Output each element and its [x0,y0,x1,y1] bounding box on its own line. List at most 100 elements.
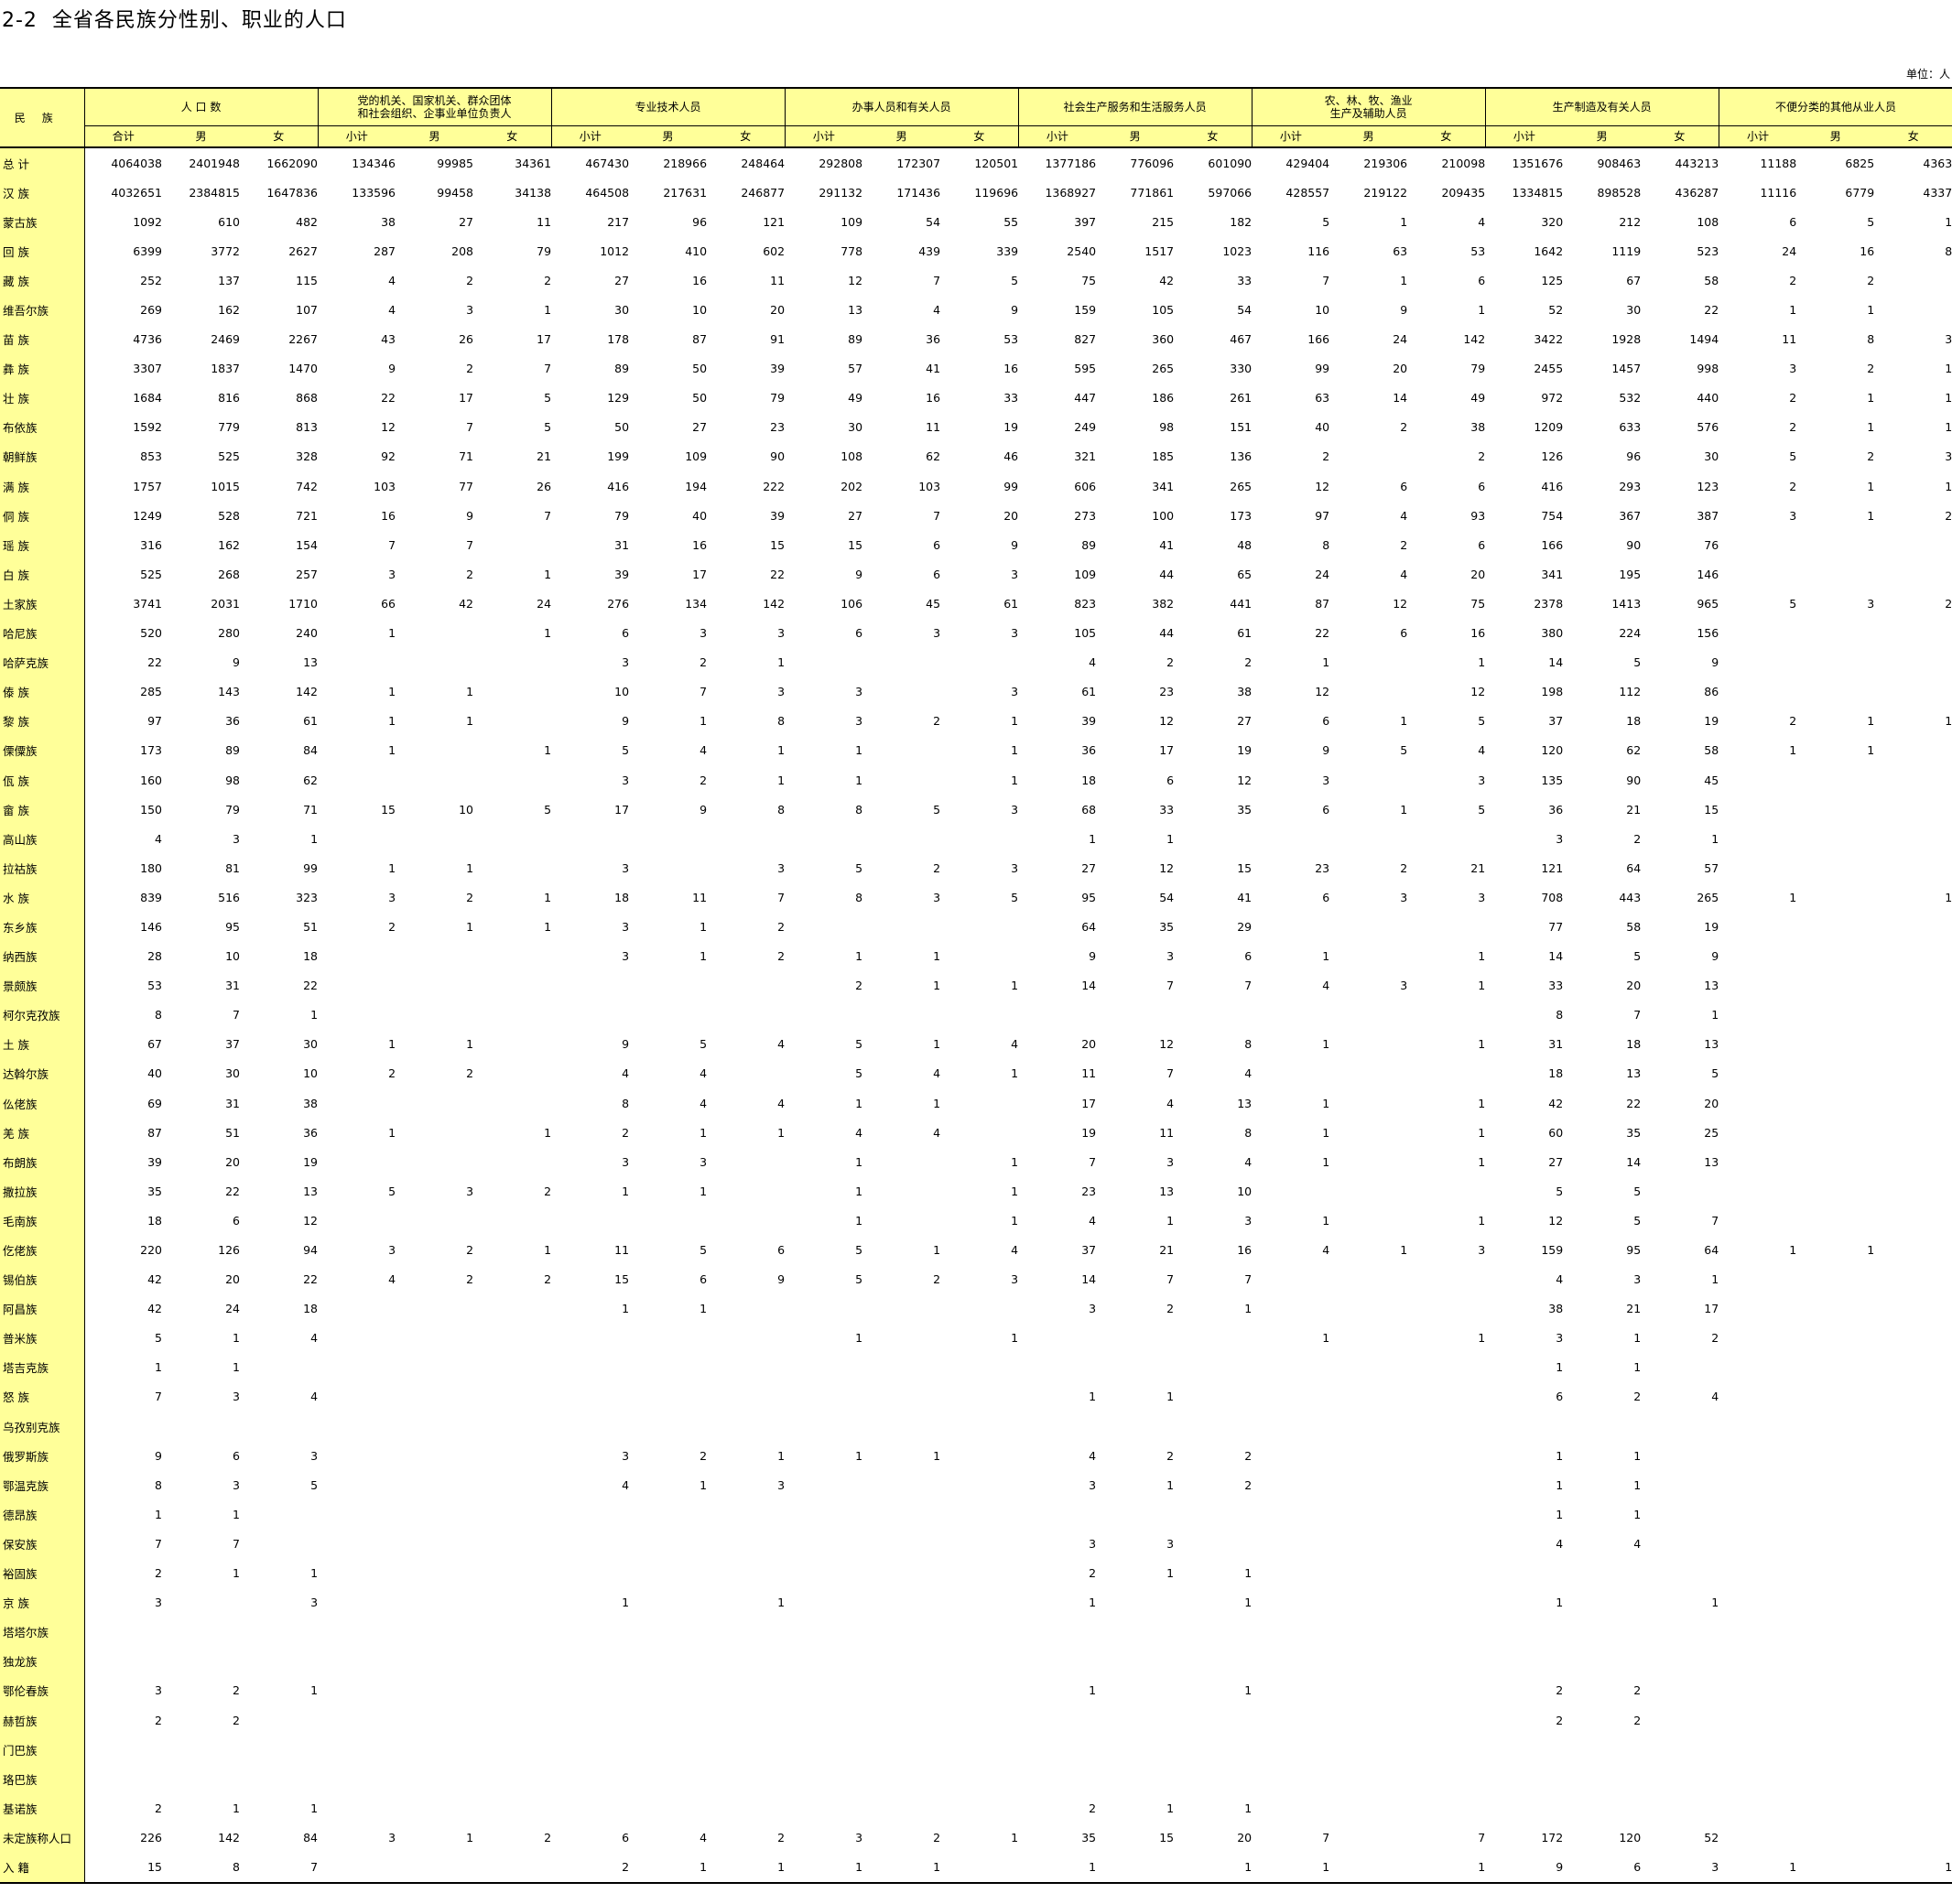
table-cell: 112 [1619,685,1642,699]
table-cell [1485,1735,1563,1764]
table-cell [1874,619,1952,648]
table-cell: 49 [848,391,863,406]
table-cell: 109 [840,214,863,229]
table-cell: 1 [466,1037,474,1052]
table-cell: 1 [1945,714,1952,729]
table-cell: 35 [1626,1125,1642,1140]
table-row: 维吾尔族 269 162 107 4 3 1 30 10 20 13 4 9 159 105 54 10 9 1 52… [0,295,1952,325]
table-cell: 1 [1400,273,1408,287]
ethnic-group-name: 景颇族 [0,970,84,1001]
table-cell [707,1206,785,1235]
table-cell: 2 [1867,362,1875,376]
sub-header: 男 [162,125,240,148]
table-cell [318,1382,396,1412]
table-cell [473,1030,551,1059]
table-cell: 10 [614,685,630,699]
table-cell: 4 [1244,1154,1253,1169]
table-cell [1874,295,1952,324]
table-cell [473,942,551,971]
table-cell: 103 [374,479,396,493]
table-cell: 135 [1541,773,1564,787]
table-cell: 126 [218,1243,240,1258]
table-cell [1796,1441,1874,1470]
table-row: 鄂伦春族 3 2 1 1 1 2 2 [0,1675,1952,1705]
table-cell [1096,1617,1174,1647]
table-cell: 3 [1641,1852,1719,1884]
ethnic-group-name: 羌 族 [0,1118,84,1148]
table-cell: 19 [303,1154,319,1169]
table-cell: 121 [1541,860,1564,875]
table-cell [551,1529,629,1558]
table-cell: 52 [1548,303,1564,318]
table-cell: 2 [1478,449,1486,464]
table-cell [1796,1529,1874,1558]
table-row: 俄罗斯族 9 6 3 3 2 1 1 1 4 2 2 1 1 [0,1441,1952,1471]
table-cell: 16 [1237,1243,1253,1258]
table-cell [1719,1353,1796,1382]
table-cell [1485,1647,1563,1676]
table-cell: 2 [83,1558,162,1588]
table-cell [396,1705,473,1735]
table-cell [1796,648,1874,677]
table-cell [396,1382,473,1412]
table-cell [1018,1647,1096,1676]
table-cell [862,736,940,765]
table-cell: 5 [1011,890,1019,904]
table-cell: 15 [614,1272,630,1287]
ethnic-group-name: 赫哲族 [0,1704,84,1736]
table-cell [1874,1499,1952,1529]
table-cell [473,1470,551,1499]
table-cell: 81 [225,860,240,875]
table-cell: 1 [310,831,319,846]
table-cell: 2 [1244,1448,1253,1463]
table-cell: 35 [1159,919,1175,934]
table-cell [318,824,396,853]
table-cell: 96 [1626,449,1642,464]
table-cell: 1 [1166,1566,1175,1581]
table-cell: 2 [1089,1566,1097,1581]
table-cell [1719,648,1796,677]
table-cell [1018,1499,1096,1529]
table-cell: 2 [233,1683,240,1698]
ethnic-group-name: 布依族 [0,412,84,442]
table-cell [1874,1529,1952,1558]
table-cell [1252,1676,1329,1705]
ethnic-group-name: 柯尔克孜族 [0,1000,84,1030]
table-cell: 4 [933,1066,941,1081]
table-cell [1096,1764,1174,1793]
table-cell: 3 [777,1477,786,1492]
table-cell [1096,1353,1174,1382]
table-cell: 186 [1152,391,1175,406]
table-cell [1719,795,1796,824]
table-cell: 3 [388,1243,396,1258]
sub-header: 男 [862,125,941,148]
table-cell: 257 [296,567,319,581]
table-cell [940,648,1018,677]
table-cell: 45 [1704,773,1719,787]
table-cell [1719,530,1796,559]
group-header: 农、林、牧、渔业 生产及辅助人员 [1251,87,1486,126]
table-cell: 341 [1152,479,1175,493]
table-cell: 1 [466,1830,474,1844]
table-cell: 1 [1400,714,1408,729]
table-cell [1563,1793,1641,1823]
table-cell: 1 [1089,1683,1097,1698]
table-cell [707,971,785,1001]
table-cell: 52 [1704,1830,1719,1844]
table-cell [551,1412,629,1441]
table-cell [1719,824,1796,853]
table-cell [1874,1353,1952,1382]
table-cell: 27 [614,273,630,287]
table-cell [629,1412,707,1441]
table-cell [1641,1441,1719,1470]
table-cell: 1 [855,1096,863,1110]
ethnic-group-name: 土家族 [0,589,84,619]
table-cell: 1470 [288,362,319,376]
table-cell [551,1324,629,1353]
table-cell: 2 [1789,273,1797,287]
group-header: 办事人员和有关人员 [784,87,1019,126]
table-cell: 1 [1011,1331,1019,1346]
table-cell: 2401948 [189,156,240,170]
table-cell [940,1793,1018,1823]
table-cell [785,912,862,941]
